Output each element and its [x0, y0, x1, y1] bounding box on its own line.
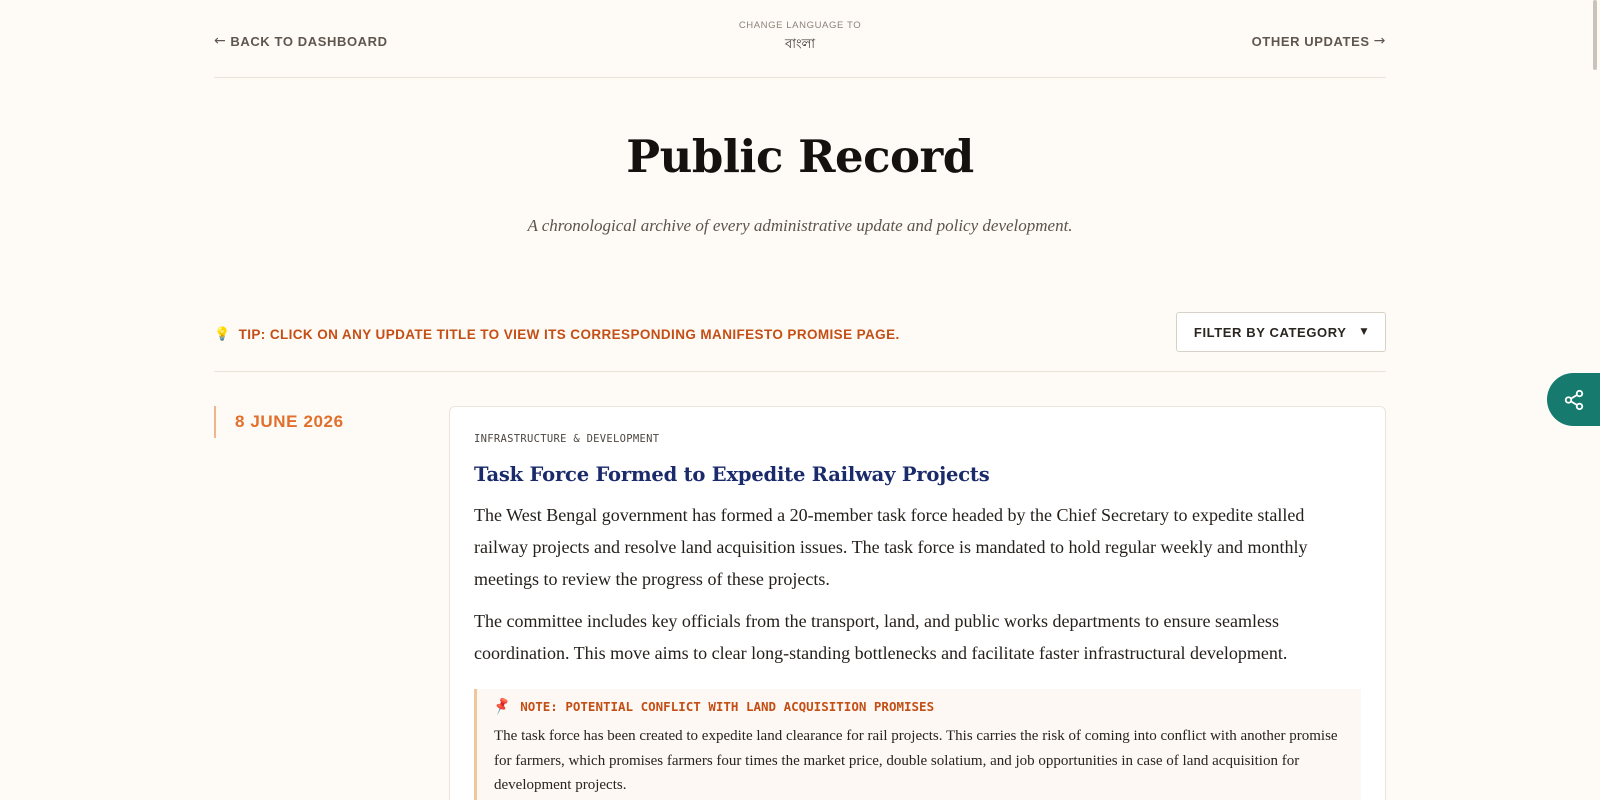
entry-category: INFRASTRUCTURE & DEVELOPMENT: [474, 433, 660, 445]
entry-date: 8 JUNE 2026: [214, 406, 344, 438]
entry-title-link[interactable]: Task Force Formed to Expedite Railway Pr…: [474, 463, 1361, 486]
arrow-left-icon: ←: [214, 33, 227, 49]
entry-paragraph: The committee includes key officials fro…: [474, 611, 1288, 663]
pushpin-icon: 📌: [491, 696, 513, 717]
top-navigation: ← BACK TO DASHBOARD CHANGE LANGUAGE TO ব…: [214, 0, 1386, 78]
filter-label: FILTER BY CATEGORY: [1193, 324, 1347, 340]
update-card: INFRASTRUCTURE & DEVELOPMENT Task Force …: [449, 406, 1386, 800]
page-title: Public Record: [626, 130, 974, 183]
language-switcher: CHANGE LANGUAGE TO বাংলা: [739, 20, 861, 56]
tip-banner: 💡 TIP: CLICK ON ANY UPDATE TITLE TO VIEW…: [214, 327, 900, 342]
note-body: The task force has been created to exped…: [494, 728, 1338, 793]
lightbulb-icon: 💡: [214, 327, 231, 342]
other-updates-link[interactable]: OTHER UPDATES →: [1252, 33, 1386, 49]
scrollbar-thumb[interactable]: [1593, 0, 1597, 70]
note-heading-text: NOTE: POTENTIAL CONFLICT WITH LAND ACQUI…: [520, 699, 935, 714]
public-record-page: ← BACK TO DASHBOARD CHANGE LANGUAGE TO ব…: [0, 0, 1600, 800]
conflict-note: 📌 NOTE: POTENTIAL CONFLICT WITH LAND ACQ…: [474, 689, 1361, 800]
toolbar: 💡 TIP: CLICK ON ANY UPDATE TITLE TO VIEW…: [214, 312, 1386, 372]
share-button[interactable]: [1547, 373, 1600, 426]
share-icon: [1564, 389, 1583, 410]
language-option-bangla[interactable]: বাংলা: [739, 35, 861, 56]
back-to-dashboard-link[interactable]: ← BACK TO DASHBOARD: [214, 33, 388, 49]
other-updates-label: OTHER UPDATES: [1251, 33, 1370, 49]
note-heading: 📌 NOTE: POTENTIAL CONFLICT WITH LAND ACQ…: [491, 696, 1345, 717]
entry-paragraph: The West Bengal government has formed a …: [474, 505, 1308, 589]
arrow-right-icon: →: [1373, 33, 1386, 49]
chevron-down-icon: ▼: [1360, 327, 1369, 337]
back-to-dashboard-label: BACK TO DASHBOARD: [230, 33, 388, 49]
tip-text: TIP: CLICK ON ANY UPDATE TITLE TO VIEW I…: [238, 327, 900, 342]
filter-by-category-button[interactable]: FILTER BY CATEGORY ▼: [1176, 312, 1386, 352]
language-caption: CHANGE LANGUAGE TO: [738, 20, 862, 31]
page-subtitle: A chronological archive of every adminis…: [527, 216, 1073, 235]
